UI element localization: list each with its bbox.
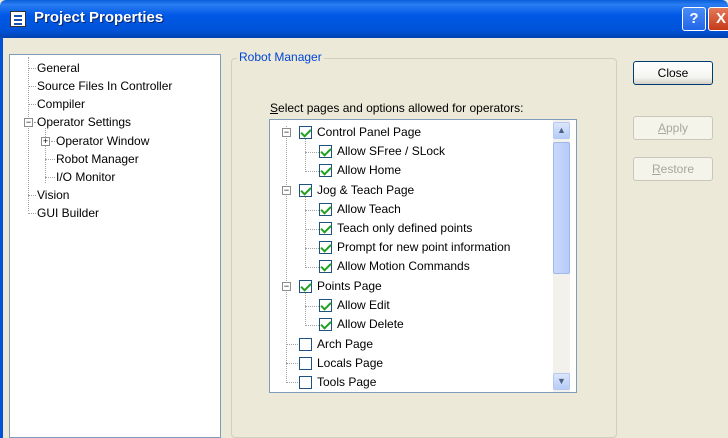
tree-item-general[interactable]: General <box>37 59 80 77</box>
project-properties-icon <box>10 11 26 27</box>
tree-item-source-files[interactable]: Source Files In Controller <box>37 77 172 95</box>
collapse-icon[interactable]: − <box>282 282 291 291</box>
checkbox[interactable] <box>299 357 312 370</box>
checkbox[interactable] <box>319 318 332 331</box>
checkbox[interactable] <box>319 241 332 254</box>
group-title: Robot Manager <box>237 50 324 64</box>
close-window-button[interactable]: X <box>708 7 728 31</box>
expand-icon[interactable]: + <box>41 137 50 146</box>
checkbox[interactable] <box>299 126 312 139</box>
properties-tree[interactable]: − + General Source Files In Controller C… <box>9 54 221 438</box>
scroll-up-icon[interactable]: ▲ <box>553 122 570 139</box>
close-button[interactable]: Close <box>633 61 713 85</box>
tree-item-io-monitor[interactable]: I/O Monitor <box>56 168 115 186</box>
checkbox[interactable] <box>319 222 332 235</box>
restore-button[interactable]: Restore <box>633 157 713 181</box>
tree-item-robot-manager[interactable]: Robot Manager <box>56 150 139 168</box>
scrollbar-thumb[interactable] <box>553 142 570 274</box>
collapse-icon[interactable]: − <box>282 186 291 195</box>
help-button[interactable]: ? <box>682 7 706 31</box>
collapse-icon[interactable]: − <box>282 128 291 137</box>
checkbox[interactable] <box>299 376 312 389</box>
select-pages-label: Select pages and options allowed for ope… <box>270 101 524 115</box>
scroll-down-icon[interactable]: ▼ <box>553 373 570 390</box>
window-title: Project Properties <box>34 9 164 26</box>
checkbox[interactable] <box>299 338 312 351</box>
options-scrollbar[interactable]: ▲ ▼ <box>553 120 570 392</box>
collapse-icon[interactable]: − <box>24 118 33 127</box>
checkbox[interactable] <box>299 280 312 293</box>
checkbox[interactable] <box>299 184 312 197</box>
checkbox[interactable] <box>319 299 332 312</box>
checkbox[interactable] <box>319 145 332 158</box>
tree-item-compiler[interactable]: Compiler <box>37 95 85 113</box>
apply-button[interactable]: Apply <box>633 116 713 140</box>
operator-options-tree[interactable]: − − − Control Panel Page Allow SFree / S… <box>269 119 577 393</box>
checkbox[interactable] <box>319 164 332 177</box>
title-bar: Project Properties ? X <box>0 0 728 38</box>
checkbox[interactable] <box>319 260 332 273</box>
checkbox[interactable] <box>319 203 332 216</box>
tree-item-operator-settings[interactable]: Operator Settings <box>37 113 131 131</box>
tree-item-operator-window[interactable]: Operator Window <box>56 132 149 150</box>
tree-item-gui-builder[interactable]: GUI Builder <box>37 204 99 222</box>
tree-item-vision[interactable]: Vision <box>37 186 69 204</box>
